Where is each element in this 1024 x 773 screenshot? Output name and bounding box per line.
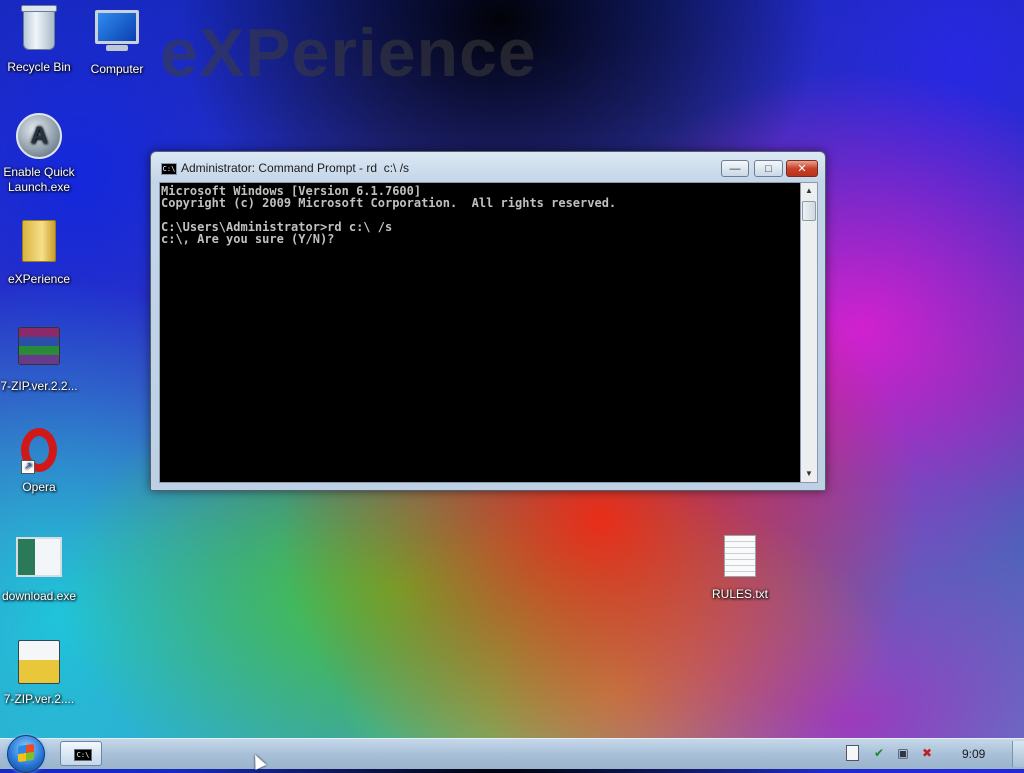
network-icon[interactable]: ▣ xyxy=(896,745,910,761)
command-prompt-icon[interactable]: C:\ xyxy=(161,163,177,175)
vertical-scrollbar[interactable]: ▲ ▼ xyxy=(801,182,818,483)
desktop-icon-opera[interactable]: ↗ Opera xyxy=(0,426,81,495)
window-titlebar[interactable]: C:\ Administrator: Command Prompt - rd c… xyxy=(151,152,825,182)
action-center-icon[interactable] xyxy=(846,745,859,761)
text-file-icon xyxy=(724,535,756,577)
wallpaper-watermark: eXPerience xyxy=(160,15,537,91)
desktop-icon-label: 7-ZIP.ver.2.2... xyxy=(0,379,78,393)
minimize-button[interactable]: — xyxy=(721,160,749,177)
command-prompt-icon: C:\ xyxy=(74,749,92,761)
scroll-down-arrow-icon[interactable]: ▼ xyxy=(801,466,817,482)
installer-icon xyxy=(18,640,60,684)
command-prompt-window[interactable]: C:\ Administrator: Command Prompt - rd c… xyxy=(150,151,826,491)
taskbar-button-command-prompt[interactable]: C:\ xyxy=(60,741,102,766)
recycle-bin-icon xyxy=(21,5,57,50)
archive-icon xyxy=(18,327,60,365)
windows-logo-icon xyxy=(18,743,34,763)
window-title: Administrator: Command Prompt - rd c:\ /… xyxy=(181,161,410,175)
console-line: c:\, Are you sure (Y/N)? xyxy=(161,232,335,246)
maximize-button[interactable]: □ xyxy=(754,160,783,177)
desktop-icon-7zip-installer[interactable]: 7-ZIP.ver.2.... xyxy=(0,636,81,707)
desktop-icon-label: 7-ZIP.ver.2.... xyxy=(3,692,75,706)
desktop-icon-label: download.exe xyxy=(1,589,77,603)
scroll-up-arrow-icon[interactable]: ▲ xyxy=(801,183,817,199)
download-exe-icon xyxy=(16,537,62,577)
show-desktop-button[interactable] xyxy=(1012,741,1024,767)
desktop-icon-experience-folder[interactable]: eXPerience xyxy=(0,216,81,287)
taskbar: C:\ ✔ ▣ ✖ 9:09 xyxy=(0,735,1024,773)
desktop-icon-enable-quick-launch[interactable]: A Enable Quick Launch.exe xyxy=(0,111,81,195)
desktop-icon-label: eXPerience xyxy=(7,272,71,286)
desktop-icon-download-exe[interactable]: download.exe xyxy=(0,531,81,604)
desktop-icon-label: Opera xyxy=(22,480,56,494)
volume-muted-icon[interactable]: ✖ xyxy=(920,745,934,761)
console-line: Copyright (c) 2009 Microsoft Corporation… xyxy=(161,196,617,210)
security-icon[interactable]: ✔ xyxy=(872,745,886,761)
start-button[interactable] xyxy=(7,735,45,773)
desktop-icon-7zip-archive[interactable]: 7-ZIP.ver.2.2... xyxy=(0,321,81,394)
shortcut-arrow-icon: ↗ xyxy=(21,460,35,474)
desktop-icon-recycle-bin[interactable]: Recycle Bin xyxy=(0,5,81,75)
close-button[interactable]: ✕ xyxy=(786,160,818,177)
desktop-icon-label: Enable Quick Launch.exe xyxy=(3,165,75,194)
computer-icon xyxy=(95,10,139,44)
desktop-icon-label: RULES.txt xyxy=(711,587,768,601)
scrollbar-thumb[interactable] xyxy=(802,201,816,221)
desktop-icon-label: Computer xyxy=(90,62,144,76)
console-output[interactable]: Microsoft Windows [Version 6.1.7600] Cop… xyxy=(159,182,801,483)
desktop-icon-computer[interactable]: Computer xyxy=(75,6,159,77)
desktop-icon-rules-txt[interactable]: RULES.txt xyxy=(698,531,782,602)
desktop-icon-label: Recycle Bin xyxy=(7,60,71,74)
folder-icon xyxy=(22,220,56,262)
clock[interactable]: 9:09 xyxy=(962,747,985,761)
quick-launch-icon: A xyxy=(16,113,62,159)
